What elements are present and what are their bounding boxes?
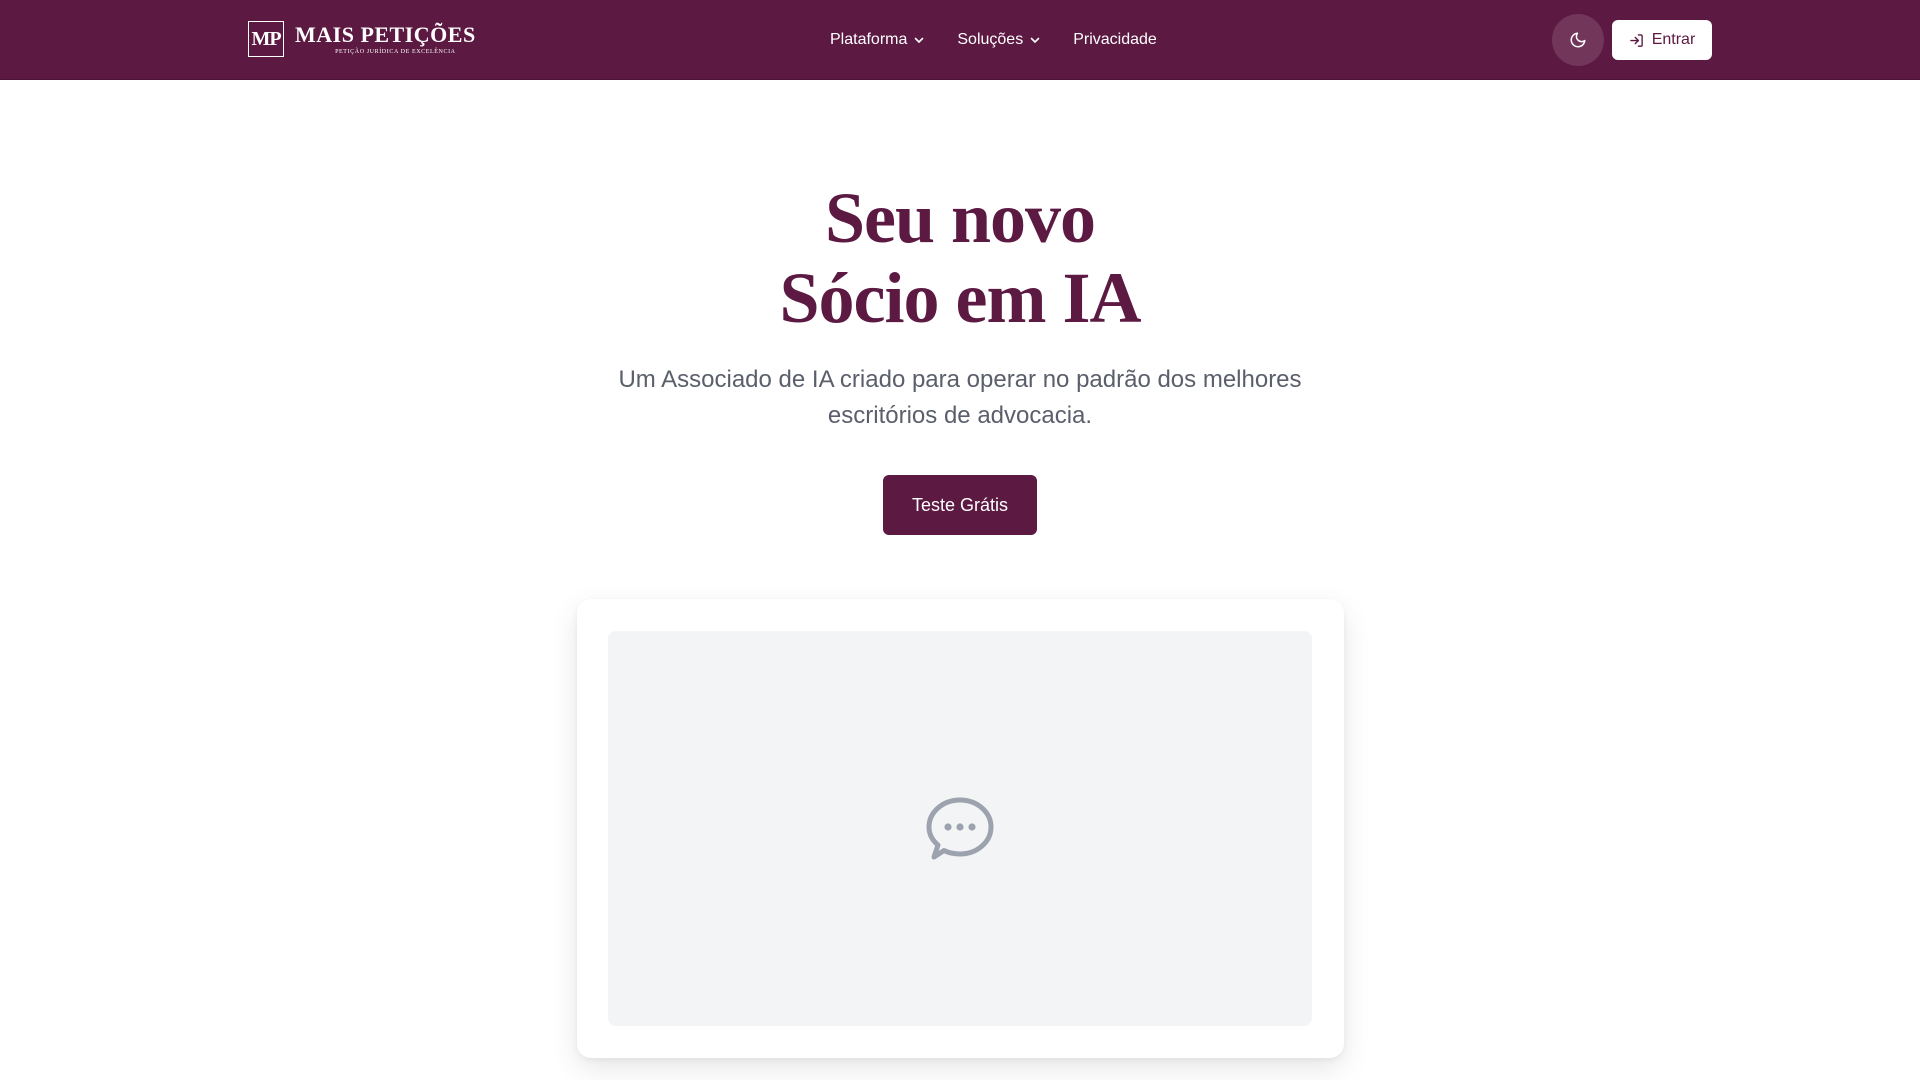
logo-wordmark: MAIS PETIÇÕES PETIÇÃO JURÍDICA DE EXCELÊ… xyxy=(295,21,476,56)
logo-tagline: PETIÇÃO JURÍDICA DE EXCELÊNCIA xyxy=(335,48,456,55)
chat-preview-placeholder xyxy=(608,631,1312,1026)
free-trial-button[interactable]: Teste Grátis xyxy=(883,475,1037,535)
log-in-icon xyxy=(1629,33,1643,47)
chevron-down-icon xyxy=(915,37,924,43)
logo-name: MAIS PETIÇÕES xyxy=(295,21,476,47)
hero-title-line-2: Sócio em IA xyxy=(779,258,1142,338)
nav-item-plataforma[interactable]: Plataforma xyxy=(830,31,925,49)
top-navbar: MP MAIS PETIÇÕES PETIÇÃO JURÍDICA DE EXC… xyxy=(0,0,1920,80)
nav-label: Privacidade xyxy=(1073,31,1157,48)
preview-card xyxy=(577,599,1344,1058)
moon-icon xyxy=(1570,32,1586,48)
nav-label: Soluções xyxy=(957,31,1024,48)
chevron-down-icon xyxy=(1030,37,1040,43)
login-label: Entrar xyxy=(1651,31,1696,48)
main-nav: Plataforma Soluções Privacidade xyxy=(830,0,1157,80)
brand-logo[interactable]: MP MAIS PETIÇÕES PETIÇÃO JURÍDICA DE EXC… xyxy=(248,21,476,57)
nav-label: Plataforma xyxy=(830,31,908,48)
hero-title-line-1: Seu novo xyxy=(824,178,1096,258)
message-circle-icon xyxy=(926,797,994,859)
nav-item-solucoes[interactable]: Soluções xyxy=(957,31,1041,49)
hero-subtitle: Um Associado de IA criado para operar no… xyxy=(618,366,1302,429)
logo-monogram: MP xyxy=(248,21,284,57)
nav-item-privacidade[interactable]: Privacidade xyxy=(1073,31,1157,49)
hero-title: Seu novo Sócio em IA xyxy=(0,178,1920,338)
login-button[interactable]: Entrar xyxy=(1612,20,1712,60)
theme-toggle-button[interactable] xyxy=(1552,14,1604,66)
